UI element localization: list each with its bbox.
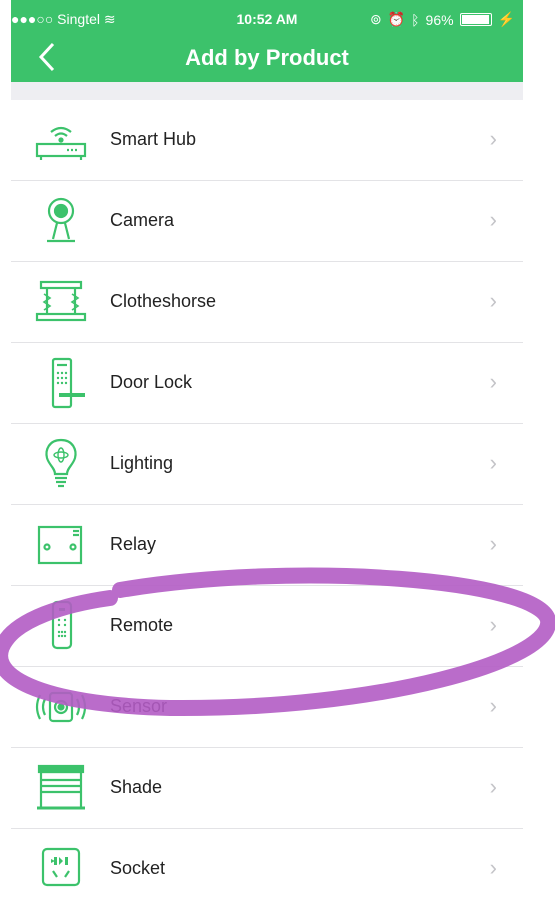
bluetooth-icon: ᛒ: [411, 11, 420, 28]
rotation-lock-icon: ⊚: [369, 11, 382, 27]
socket-icon: [33, 843, 89, 895]
section-gap: [11, 82, 523, 100]
product-label: Camera: [110, 210, 175, 230]
product-row-smart-hub[interactable]: Smart Hub ›: [11, 100, 523, 181]
product-label: Remote: [110, 615, 174, 635]
product-list: Smart Hub › Camera › Clotheshorse › Door…: [11, 100, 523, 909]
clotheshorse-icon: [33, 276, 89, 328]
product-row-remote[interactable]: Remote ›: [11, 586, 523, 667]
relay-icon: [33, 519, 89, 571]
product-row-socket[interactable]: Socket ›: [11, 829, 523, 909]
chevron-right-icon: ›: [489, 126, 497, 151]
product-row-sensor[interactable]: Sensor ›: [11, 667, 523, 748]
camera-icon: [33, 195, 89, 247]
shade-icon: [33, 762, 89, 814]
chevron-right-icon: ›: [489, 531, 497, 556]
product-row-clotheshorse[interactable]: Clotheshorse ›: [11, 262, 523, 343]
chevron-right-icon: ›: [489, 774, 497, 799]
remote-icon: [33, 600, 89, 652]
chevron-right-icon: ›: [489, 612, 497, 637]
product-row-lighting[interactable]: Lighting ›: [11, 424, 523, 505]
product-row-camera[interactable]: Camera ›: [11, 181, 523, 262]
chevron-right-icon: ›: [489, 207, 497, 232]
product-label: Sensor: [110, 696, 168, 716]
battery-icon: [459, 13, 492, 26]
status-bar: ●●●○○ Singtel ≋ 10:52 AM ⊚ ⏰ ᛒ 96% ⚡: [11, 0, 523, 38]
product-label: Shade: [110, 777, 163, 797]
product-label: Relay: [110, 534, 157, 554]
product-row-relay[interactable]: Relay ›: [11, 505, 523, 586]
product-label: Socket: [110, 858, 166, 878]
sensor-icon: [33, 681, 89, 733]
product-label: Clotheshorse: [110, 291, 217, 311]
product-label: Door Lock: [110, 372, 193, 392]
product-label: Smart Hub: [110, 129, 197, 149]
hub-icon: [33, 114, 89, 166]
status-right: ⊚ ⏰ ᛒ 96% ⚡: [370, 11, 515, 28]
navigation-bar: Add by Product: [11, 38, 523, 82]
product-row-door-lock[interactable]: Door Lock ›: [11, 343, 523, 424]
alarm-icon: ⏰: [387, 11, 406, 27]
chevron-right-icon: ›: [489, 693, 497, 718]
charging-icon: ⚡: [497, 11, 515, 27]
chevron-right-icon: ›: [489, 369, 497, 394]
product-row-shade[interactable]: Shade ›: [11, 748, 523, 829]
product-label: Lighting: [110, 453, 174, 473]
chevron-right-icon: ›: [489, 450, 497, 475]
page-title: Add by Product: [185, 45, 349, 70]
chevron-right-icon: ›: [489, 855, 497, 880]
chevron-right-icon: ›: [489, 288, 497, 313]
bulb-icon: [33, 438, 89, 490]
battery-percent: 96%: [425, 11, 454, 28]
door-lock-icon: [33, 357, 89, 409]
